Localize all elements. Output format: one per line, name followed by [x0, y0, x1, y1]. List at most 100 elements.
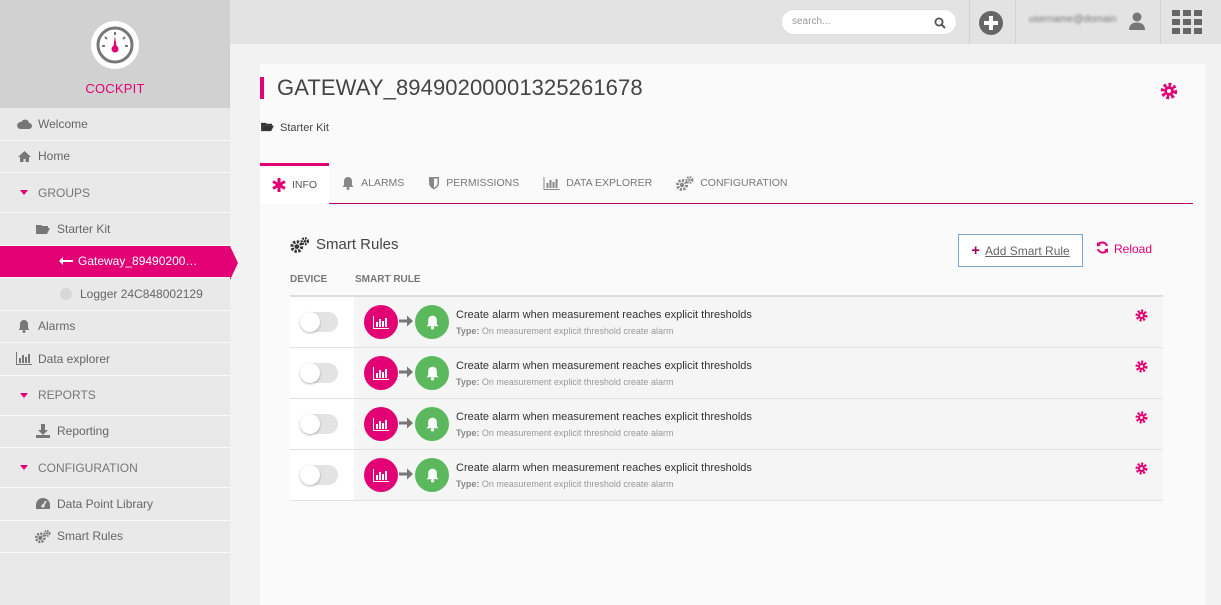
- topbar-divider: [1015, 0, 1016, 44]
- arrow-left-icon: [58, 253, 74, 269]
- rule-settings-icon[interactable]: [1135, 309, 1148, 327]
- sidebar-item-gateway[interactable]: Gateway_89490200…: [0, 245, 238, 279]
- sidebar-item-welcome[interactable]: Welcome: [0, 108, 230, 141]
- sidebar-nav: Welcome Home GROUPS Starter Kit Gateway_…: [0, 108, 238, 553]
- rule-cell: Create alarm when measurement reaches ex…: [354, 348, 1163, 398]
- sidebar-item-label: GROUPS: [38, 185, 91, 200]
- rule-type-label: Type:: [456, 326, 480, 336]
- rule-cell: Create alarm when measurement reaches ex…: [354, 450, 1163, 500]
- smart-rules-table: Create alarm when measurement reaches ex…: [290, 295, 1163, 501]
- asterisk-icon: [272, 178, 286, 192]
- sidebar-item-label: Welcome: [38, 116, 88, 131]
- search-box: [781, 9, 957, 35]
- bar-chart-icon: [16, 351, 32, 367]
- bell-icon: [16, 318, 32, 334]
- alarm-bell-icon: [415, 356, 449, 390]
- folder-open-icon: [260, 121, 275, 135]
- brand-name: COCKPIT: [85, 81, 145, 96]
- table-row: Create alarm when measurement reaches ex…: [290, 348, 1163, 399]
- sidebar-item-home[interactable]: Home: [0, 140, 230, 173]
- rule-name[interactable]: Create alarm when measurement reaches ex…: [456, 462, 752, 474]
- cloud-icon: [16, 116, 32, 132]
- brand[interactable]: COCKPIT: [0, 0, 230, 108]
- device-cell: [290, 450, 354, 500]
- rule-type-label: Type:: [456, 428, 480, 438]
- rule-name[interactable]: Create alarm when measurement reaches ex…: [456, 309, 752, 321]
- rule-type: Type: On measurement explicit threshold …: [456, 428, 673, 438]
- sidebar-item-label: Smart Rules: [57, 529, 124, 544]
- search-icon[interactable]: [934, 16, 946, 34]
- sidebar-item-label: CONFIGURATION: [38, 460, 138, 475]
- add-smart-rule-button[interactable]: + Add Smart Rule: [958, 234, 1083, 267]
- sidebar-section-configuration[interactable]: CONFIGURATION: [0, 448, 230, 488]
- rule-cell: Create alarm when measurement reaches ex…: [354, 297, 1163, 347]
- cogs-icon: [676, 175, 694, 191]
- rule-cell: Create alarm when measurement reaches ex…: [354, 399, 1163, 449]
- topbar-divider: [1160, 0, 1161, 44]
- sidebar-item-data-point-library[interactable]: Data Point Library: [0, 488, 230, 521]
- measurement-chart-icon: [364, 305, 398, 339]
- main-content: GATEWAY_89490200001325261678 Starter Kit…: [260, 64, 1206, 605]
- alarm-bell-icon: [415, 407, 449, 441]
- device-cell: [290, 297, 354, 347]
- tab-bar: INFO ALARMS PERMISSIONS DATA EXPLORER CO…: [260, 163, 1193, 204]
- add-smart-rule-label: Add Smart Rule: [985, 243, 1070, 258]
- table-row: Create alarm when measurement reaches ex…: [290, 450, 1163, 501]
- table-row: Create alarm when measurement reaches ex…: [290, 297, 1163, 348]
- tab-label: DATA EXPLORER: [566, 177, 653, 189]
- sidebar-item-label: Starter Kit: [57, 221, 111, 236]
- status-dot-icon: [58, 286, 74, 302]
- rule-type: Type: On measurement explicit threshold …: [456, 377, 673, 387]
- rule-settings-icon[interactable]: [1135, 411, 1148, 429]
- rule-type: Type: On measurement explicit threshold …: [456, 326, 673, 336]
- alarm-bell-icon: [415, 458, 449, 492]
- tab-permissions[interactable]: PERMISSIONS: [416, 163, 531, 203]
- rule-settings-icon[interactable]: [1135, 360, 1148, 378]
- tab-label: CONFIGURATION: [700, 177, 788, 189]
- sidebar-item-reporting[interactable]: Reporting: [0, 415, 230, 448]
- sidebar-item-data-explorer[interactable]: Data explorer: [0, 343, 230, 376]
- user-name[interactable]: username@domain: [1029, 14, 1116, 25]
- refresh-icon: [1096, 241, 1109, 257]
- rule-toggle[interactable]: [300, 312, 338, 332]
- breadcrumb[interactable]: Starter Kit: [260, 121, 329, 135]
- topbar: username@domain: [230, 0, 1221, 44]
- title-accent: [260, 77, 264, 99]
- tab-alarms[interactable]: ALARMS: [329, 163, 416, 203]
- tab-data-explorer[interactable]: DATA EXPLORER: [531, 163, 664, 203]
- search-input[interactable]: [792, 16, 932, 27]
- smart-rules-panel: Smart Rules + Add Smart Rule Reload DEVI…: [290, 234, 1163, 501]
- sidebar-item-label: Data Point Library: [57, 496, 154, 511]
- rule-toggle[interactable]: [300, 414, 338, 434]
- sidebar-item-logger[interactable]: Logger 24C848002129: [0, 278, 230, 311]
- caret-down-icon: [16, 185, 32, 201]
- settings-gear-icon[interactable]: [1160, 82, 1178, 105]
- rule-type: Type: On measurement explicit threshold …: [456, 479, 673, 489]
- reload-button[interactable]: Reload: [1096, 241, 1152, 257]
- breadcrumb-label: Starter Kit: [280, 122, 329, 134]
- sidebar-item-smart-rules[interactable]: Smart Rules: [0, 520, 230, 553]
- rule-toggle[interactable]: [300, 363, 338, 383]
- rule-type-value: On measurement explicit threshold create…: [481, 377, 674, 387]
- measurement-chart-icon: [364, 458, 398, 492]
- sidebar-item-alarms[interactable]: Alarms: [0, 310, 230, 343]
- sidebar-section-groups[interactable]: GROUPS: [0, 173, 230, 213]
- rule-name[interactable]: Create alarm when measurement reaches ex…: [456, 360, 752, 372]
- tab-label: PERMISSIONS: [446, 177, 520, 189]
- sidebar-item-label: Logger 24C848002129: [80, 286, 203, 301]
- grid-icon: [1172, 10, 1202, 34]
- smart-rules-title: Smart Rules: [316, 236, 399, 253]
- app-switcher-button[interactable]: [1172, 10, 1202, 34]
- sidebar-section-reports[interactable]: REPORTS: [0, 375, 230, 416]
- sidebar-item-starter-kit[interactable]: Starter Kit: [0, 213, 230, 246]
- user-icon[interactable]: [1129, 12, 1145, 35]
- tab-configuration[interactable]: CONFIGURATION: [664, 163, 799, 203]
- rule-settings-icon[interactable]: [1135, 462, 1148, 480]
- reload-label: Reload: [1114, 242, 1153, 256]
- add-button[interactable]: [979, 11, 1003, 35]
- table-row: Create alarm when measurement reaches ex…: [290, 399, 1163, 450]
- caret-down-icon: [16, 387, 32, 403]
- rule-toggle[interactable]: [300, 465, 338, 485]
- rule-name[interactable]: Create alarm when measurement reaches ex…: [456, 411, 752, 423]
- tab-info[interactable]: INFO: [260, 163, 330, 204]
